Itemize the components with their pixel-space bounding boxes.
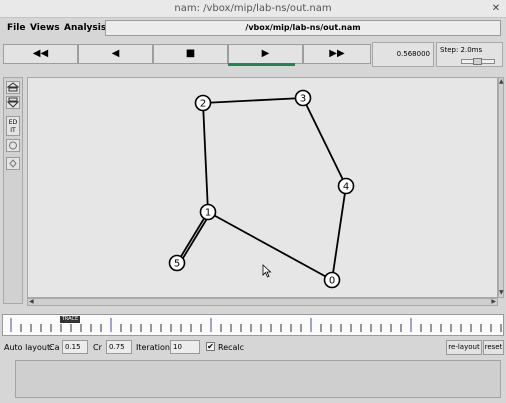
play-active-indicator [228, 63, 295, 66]
node-label: 4 [343, 182, 349, 193]
link-2-3[interactable] [202, 97, 304, 104]
menu-views[interactable]: Views [30, 21, 60, 35]
iterations-input[interactable]: 10 [170, 340, 200, 354]
link-3-4[interactable] [302, 97, 347, 187]
play-button[interactable]: ▶ [228, 44, 303, 64]
circle-shape-button[interactable] [6, 139, 20, 152]
horizontal-scrollbar[interactable]: ◀ ▶ [27, 298, 498, 306]
diamond-shape-button[interactable] [6, 157, 20, 170]
node-4[interactable]: 4 [337, 177, 355, 195]
fast-rewind-icon: ◀◀ [32, 48, 49, 59]
play-backward-button[interactable]: ◀ [78, 44, 153, 64]
node-3[interactable]: 3 [294, 89, 312, 107]
scroll-up-icon[interactable]: ▲ [499, 79, 504, 85]
link-1-5[interactable] [176, 211, 209, 264]
edit-button[interactable]: ED IT [6, 116, 20, 136]
play-icon: ▶ [261, 48, 270, 59]
left-toolbar: ED IT [3, 77, 23, 304]
play-backward-icon: ◀ [111, 48, 120, 59]
recalc-label: Recalc [218, 343, 245, 352]
fast-forward-button[interactable]: ▶▶ [303, 44, 371, 64]
annotation-panel [15, 360, 501, 398]
iterations-label: Iterations [136, 343, 175, 352]
file-path-display: /vbox/mip/lab-ns/out.nam [105, 20, 501, 36]
cr-input[interactable]: 0.75 [106, 340, 132, 354]
link-4-0[interactable] [331, 185, 347, 281]
rewind-button[interactable]: ◀◀ [3, 44, 78, 64]
time-display: 0.568000 [372, 42, 434, 67]
scroll-right-icon[interactable]: ▶ [491, 299, 496, 305]
node-0[interactable]: 0 [323, 271, 341, 289]
timeline-marker[interactable]: TRACE [60, 316, 80, 323]
network-canvas[interactable]: 0 1 2 3 4 5 [27, 77, 498, 298]
close-icon[interactable]: ✕ [490, 3, 502, 15]
node-label: 1 [205, 208, 211, 219]
stop-button[interactable]: ■ [153, 44, 228, 64]
link-1-2[interactable] [202, 102, 209, 213]
node-5[interactable]: 5 [168, 254, 186, 272]
scroll-left-icon[interactable]: ◀ [29, 299, 34, 305]
node-label: 5 [174, 259, 180, 270]
reset-button[interactable]: reset [483, 340, 504, 355]
zoom-in-icon [6, 82, 20, 92]
ca-input[interactable]: 0.15 [62, 340, 88, 354]
node-label: 0 [329, 276, 335, 287]
scroll-down-icon[interactable]: ▼ [499, 290, 504, 296]
zoom-out-button[interactable] [6, 96, 20, 109]
cr-label: Cr [93, 343, 102, 352]
node-2[interactable]: 2 [194, 94, 212, 112]
fast-forward-icon: ▶▶ [329, 48, 345, 59]
zoom-out-icon [6, 97, 20, 108]
window-title-bar: nam: /vbox/mip/lab-ns/out.nam [0, 0, 506, 18]
relayout-button[interactable]: re-layout [446, 340, 482, 355]
node-1[interactable]: 1 [199, 203, 217, 221]
menu-file[interactable]: File [7, 21, 25, 35]
zoom-in-button[interactable] [6, 81, 20, 94]
mouse-cursor-icon [262, 264, 272, 278]
step-label: Step: 2.0ms [440, 46, 483, 54]
stop-icon: ■ [185, 48, 196, 59]
window-title: nam: /vbox/mip/lab-ns/out.nam [174, 3, 332, 14]
menu-analysis[interactable]: Analysis [64, 21, 106, 35]
vertical-scrollbar[interactable]: ▲ ▼ [498, 77, 504, 298]
recalc-checkbox[interactable]: ✔ [206, 342, 215, 351]
diamond-icon [9, 159, 17, 168]
ca-label: Ca [49, 343, 60, 352]
auto-layout-label: Auto layout: [4, 343, 53, 352]
node-label: 2 [200, 99, 206, 110]
node-label: 3 [300, 94, 306, 105]
step-control: Step: 2.0ms [436, 42, 503, 67]
step-slider-handle[interactable] [473, 58, 482, 65]
circle-icon [9, 141, 17, 150]
